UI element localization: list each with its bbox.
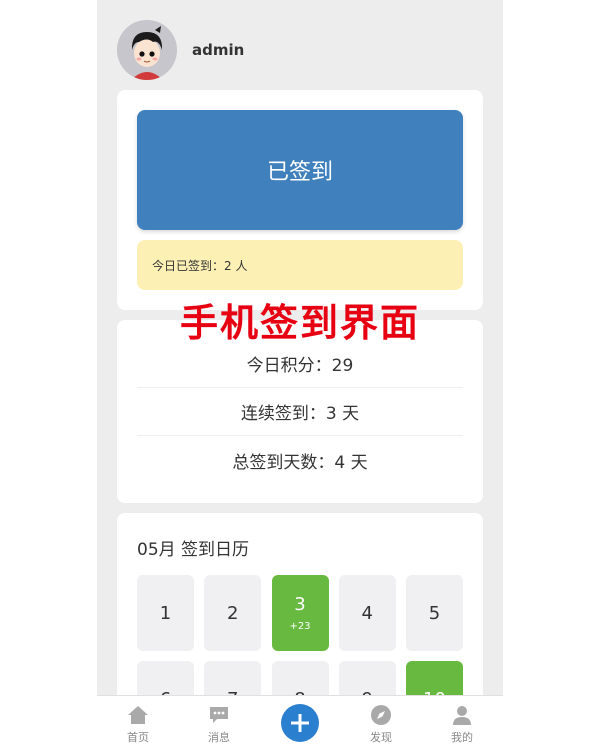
calendar-day-points: +23 — [289, 621, 311, 632]
tab-home-label: 首页 — [127, 731, 149, 744]
tab-mine-label: 我的 — [451, 731, 473, 744]
tab-mine[interactable]: 我的 — [432, 696, 492, 750]
today-points: 今日积分：29 — [137, 340, 463, 388]
calendar-day[interactable]: 1 — [137, 575, 194, 651]
calendar-day[interactable]: 2 — [204, 575, 262, 651]
user-icon — [451, 704, 473, 726]
avatar-illustration — [117, 20, 177, 80]
tab-home[interactable]: 首页 — [108, 696, 168, 750]
calendar-day-number: 2 — [227, 602, 239, 624]
calendar-day[interactable]: 5 — [406, 575, 463, 651]
signed-button[interactable]: 已签到 — [137, 110, 463, 230]
phone-screen: admin 已签到 今日已签到：2 人 手机签到界面 今日积分：29 连续签到：… — [97, 0, 503, 750]
total-sign-days: 总签到天数：4 天 — [232, 452, 368, 473]
tab-discover-label: 发现 — [370, 731, 392, 744]
avatar[interactable] — [117, 20, 177, 80]
tab-messages[interactable]: 消息 — [189, 696, 249, 750]
calendar-day-number: 3 — [294, 594, 306, 615]
calendar-day[interactable]: 3 +23 — [271, 575, 329, 651]
today-signed-count: 今日已签到：2 人 — [137, 240, 463, 290]
user-header: admin — [117, 20, 244, 80]
today-signed-text: 今日已签到：2 人 — [152, 258, 248, 273]
username: admin — [192, 41, 245, 59]
overlay-caption: 手机签到界面 — [179, 301, 420, 345]
calendar-day[interactable]: 4 — [338, 575, 396, 651]
message-icon — [208, 704, 230, 726]
add-plus-button[interactable] — [281, 704, 319, 742]
compass-icon — [370, 704, 392, 726]
bottom-tab-bar: 首页 消息 发现 我的 — [97, 695, 503, 750]
calendar-title: 05月 签到日历 — [137, 540, 250, 560]
sign-card: 已签到 今日已签到：2 人 — [117, 90, 483, 310]
stats-card: 今日积分：29 连续签到：3 天 总签到天数：4 天 — [117, 320, 483, 503]
streak-days: 连续签到：3 天 — [137, 388, 463, 436]
tab-messages-label: 消息 — [208, 731, 230, 744]
home-icon — [127, 704, 149, 726]
calendar-day-number: 5 — [428, 602, 441, 624]
tab-discover[interactable]: 发现 — [351, 696, 411, 750]
calendar-day-number: 1 — [159, 602, 172, 624]
calendar-day-number: 4 — [361, 602, 373, 624]
